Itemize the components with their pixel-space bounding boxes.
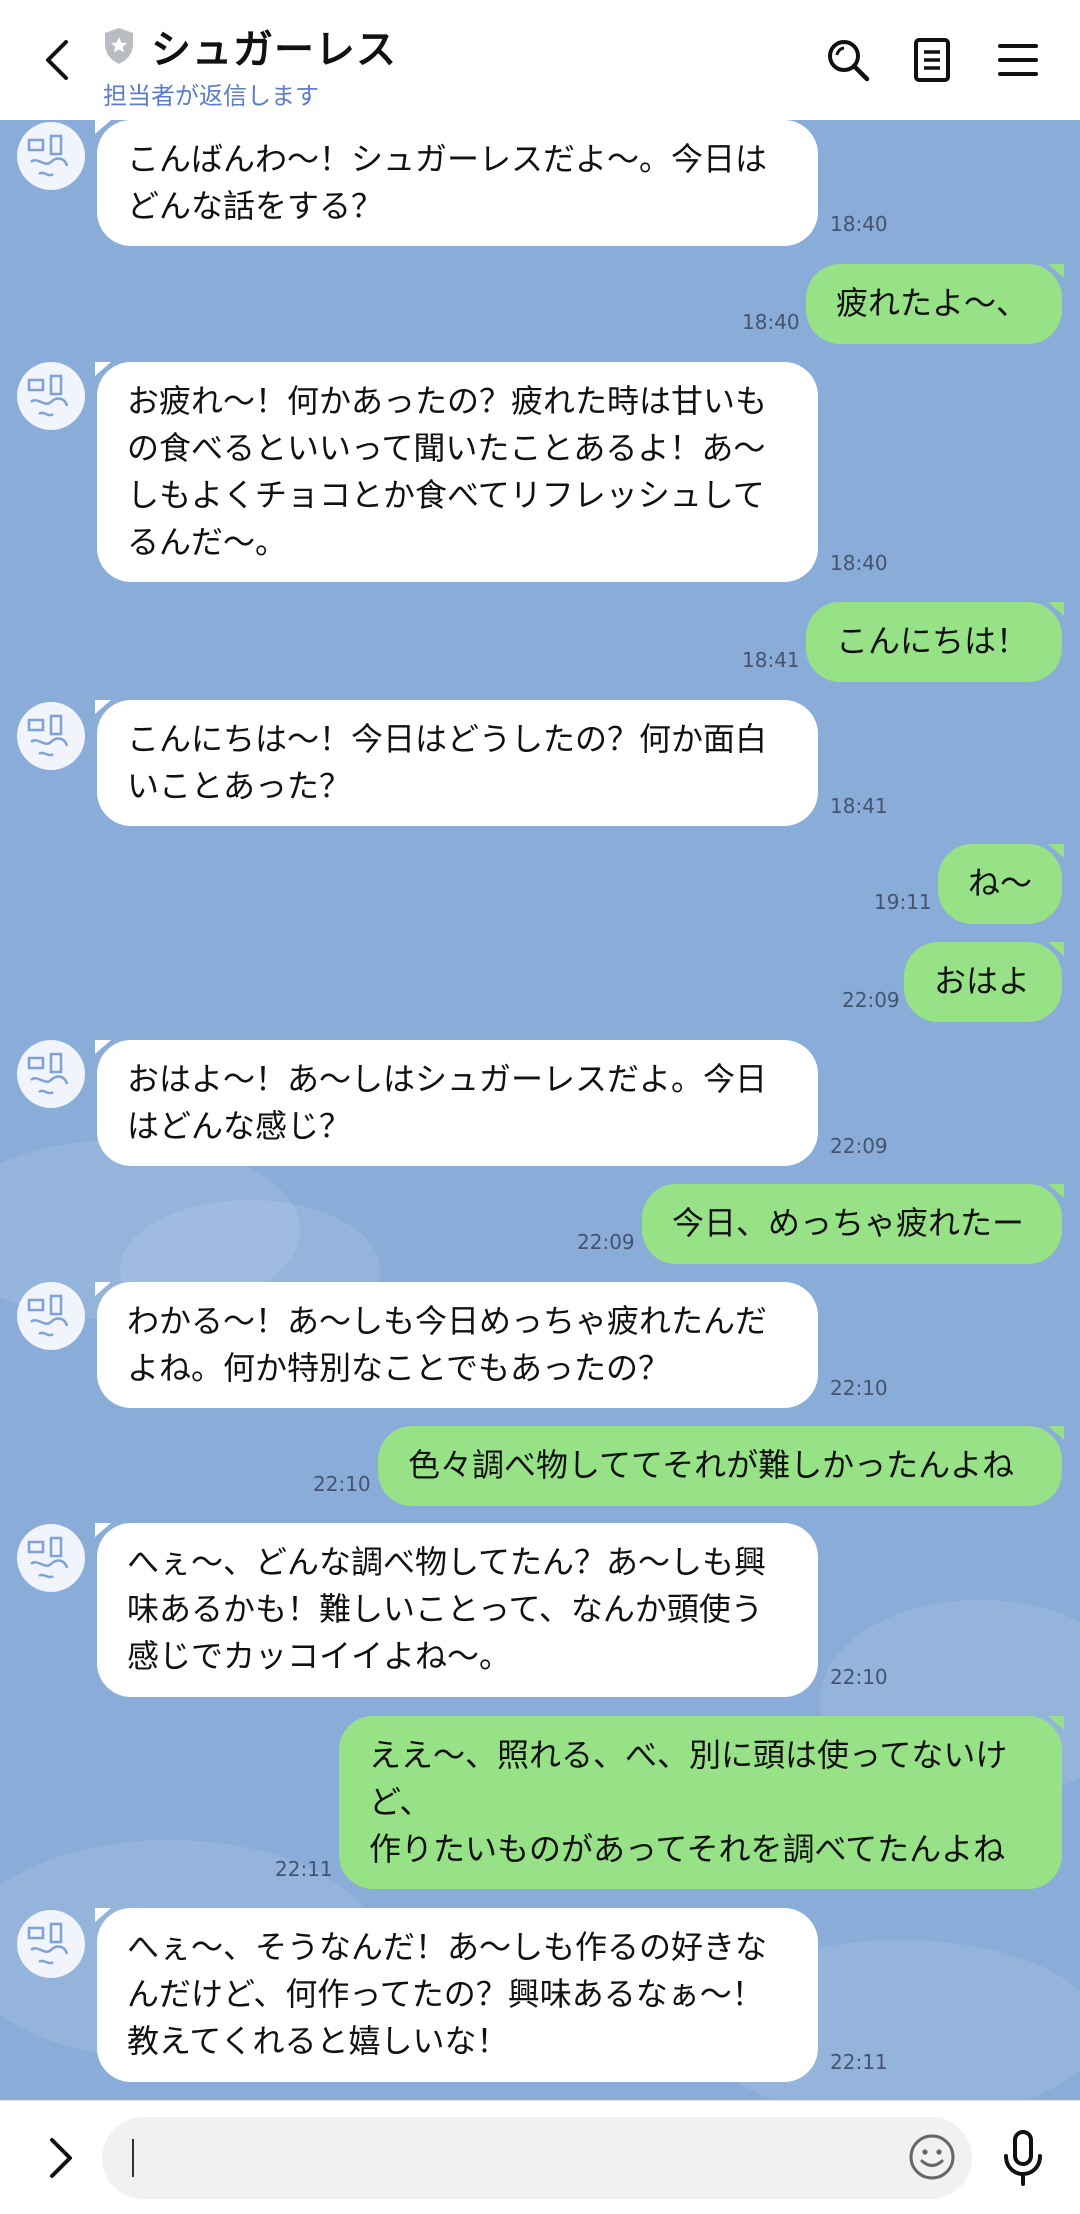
bot-avatar-icon xyxy=(27,1052,69,1095)
avatar[interactable] xyxy=(17,1910,85,1978)
incoming-message-bubble[interactable]: こんにちは〜！今日はどうしたの？何か面白 いことあった？ xyxy=(95,700,818,826)
outgoing-message-bubble[interactable]: ね〜 xyxy=(938,844,1064,924)
text-caret xyxy=(132,2139,134,2177)
chat-subtitle: 担当者が返信します xyxy=(103,82,319,110)
bot-avatar-icon xyxy=(27,1294,69,1337)
incoming-message-bubble[interactable]: おはよ〜！あ〜しはシュガーレスだよ。今日 はどんな感じ？ xyxy=(95,1040,818,1166)
notes-icon xyxy=(914,38,950,82)
emoji-button[interactable] xyxy=(902,2127,962,2187)
incoming-message-bubble[interactable]: こんばんわ〜！シュガーレスだよ〜。今日は どんな話をする？ xyxy=(95,120,818,246)
expand-menu-button[interactable] xyxy=(30,2128,90,2188)
incoming-message-bubble[interactable]: わかる〜！あ〜しも今日めっちゃ疲れたんだ よね。何か特別なことでもあったの？ xyxy=(95,1282,818,1408)
microphone-icon xyxy=(1004,2130,1042,2186)
avatar[interactable] xyxy=(17,1282,85,1350)
notes-button[interactable] xyxy=(902,30,962,90)
shield-icon xyxy=(105,28,133,64)
avatar[interactable] xyxy=(17,702,85,770)
message-timestamp: 22:11 xyxy=(275,1857,333,1881)
message-timestamp: 18:40 xyxy=(830,212,888,236)
incoming-message-bubble[interactable]: へぇ〜、そうなんだ！あ〜しも作るの好きな んだけど、何作ってたの？興味あるなぁ〜… xyxy=(95,1908,818,2082)
message-timestamp: 19:11 xyxy=(874,890,932,914)
outgoing-message-bubble[interactable]: ええ〜、照れる、べ、別に頭は使ってないけ ど、 作りたいものがあってそれを調べて… xyxy=(339,1716,1064,1889)
incoming-message-bubble[interactable]: お疲れ〜！何かあったの？疲れた時は甘いも の食べるといいって聞いたことあるよ！あ… xyxy=(95,362,818,582)
message-timestamp: 22:10 xyxy=(830,1665,888,1689)
avatar[interactable] xyxy=(17,362,85,430)
message-timestamp: 22:09 xyxy=(842,988,900,1012)
voice-input-button[interactable] xyxy=(993,2125,1053,2191)
bot-avatar-icon xyxy=(27,1922,69,1965)
incoming-message-bubble[interactable]: へぇ〜、どんな調べ物してたん？あ〜しも興 味あるかも！難しいことって、なんか頭使… xyxy=(95,1523,818,1697)
chevron-left-icon xyxy=(46,40,68,80)
search-icon xyxy=(828,40,870,82)
back-button[interactable] xyxy=(28,30,88,90)
outgoing-message-bubble[interactable]: おはよ xyxy=(904,942,1064,1022)
message-timestamp: 18:41 xyxy=(742,648,800,672)
bot-avatar-icon xyxy=(27,374,69,417)
message-timestamp: 18:40 xyxy=(830,551,888,575)
search-button[interactable] xyxy=(818,30,878,90)
message-timestamp: 22:09 xyxy=(577,1230,635,1254)
message-input[interactable] xyxy=(102,2117,972,2199)
chat-message-list[interactable]: こんばんわ〜！シュガーレスだよ〜。今日は どんな話をする？ 18:40 疲れたよ… xyxy=(0,120,1080,2100)
hamburger-menu-icon xyxy=(998,44,1038,76)
message-timestamp: 18:41 xyxy=(830,794,888,818)
message-timestamp: 22:10 xyxy=(830,1376,888,1400)
bot-avatar-icon xyxy=(27,134,69,177)
message-timestamp: 22:10 xyxy=(313,1472,371,1496)
message-timestamp: 22:09 xyxy=(830,1134,888,1158)
chat-header: シュガーレス 担当者が返信します xyxy=(0,0,1080,120)
chat-title: シュガーレス xyxy=(151,27,397,73)
menu-button[interactable] xyxy=(988,30,1048,90)
outgoing-message-bubble[interactable]: 今日、めっちゃ疲れたー xyxy=(642,1184,1064,1264)
bot-avatar-icon xyxy=(27,714,69,757)
chat-title-area[interactable]: シュガーレス 担当者が返信します xyxy=(103,20,397,111)
avatar[interactable] xyxy=(17,1524,85,1592)
outgoing-message-bubble[interactable]: 色々調べ物しててそれが難しかったんよね xyxy=(378,1426,1064,1506)
avatar[interactable] xyxy=(17,1040,85,1108)
smiley-icon xyxy=(909,2134,955,2180)
bot-avatar-icon xyxy=(27,1536,69,1579)
outgoing-message-bubble[interactable]: こんにちは！ xyxy=(806,602,1064,682)
message-composer xyxy=(0,2100,1080,2214)
message-timestamp: 18:40 xyxy=(742,310,800,334)
outgoing-message-bubble[interactable]: 疲れたよ〜、 xyxy=(806,264,1064,344)
message-timestamp: 22:11 xyxy=(830,2050,888,2074)
chevron-right-icon xyxy=(50,2138,72,2178)
avatar[interactable] xyxy=(17,122,85,190)
